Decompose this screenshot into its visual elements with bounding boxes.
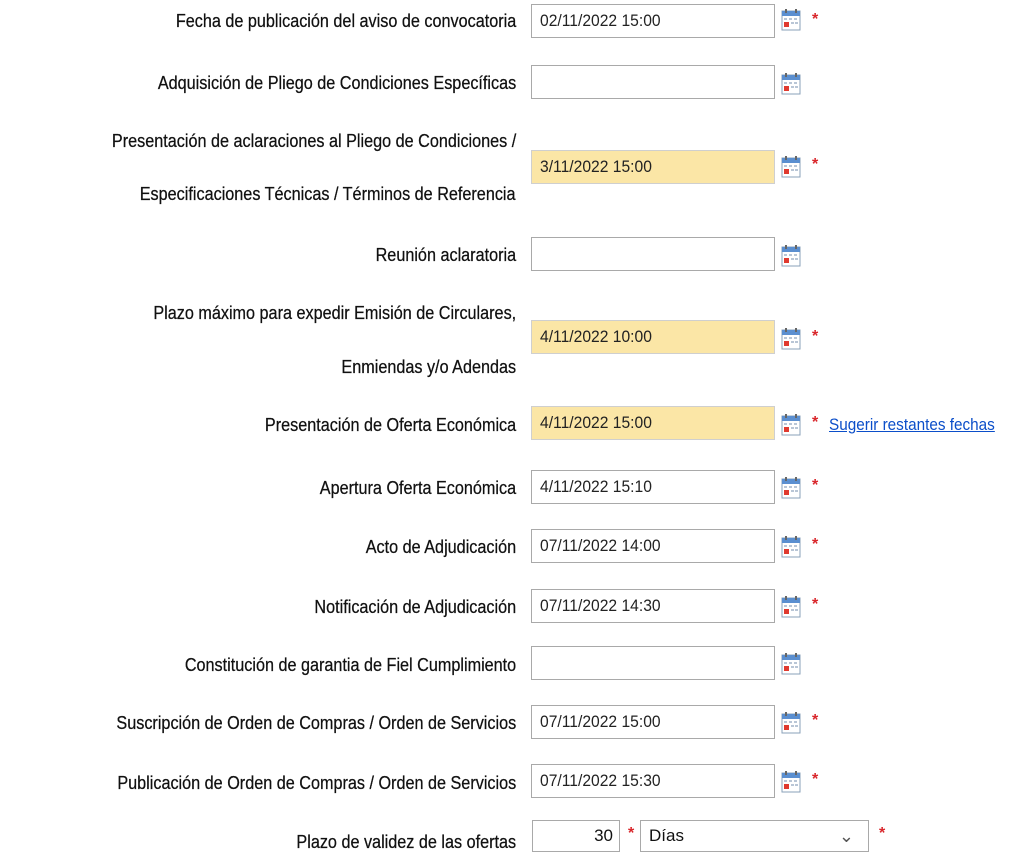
- required-marker: *: [812, 11, 819, 28]
- acto-adjudicacion-input[interactable]: 07/11/2022 14:00: [531, 529, 775, 563]
- required-marker: *: [812, 414, 819, 431]
- select-value: Días: [649, 826, 684, 845]
- label-aclaraciones-line2: Especificaciones Técnicas / Términos de …: [140, 184, 516, 204]
- label-presentacion-oferta: Presentación de Oferta Económica: [264, 415, 516, 435]
- fecha-publicacion-input[interactable]: 02/11/2022 15:00: [531, 4, 775, 38]
- label-aclaraciones-line1: Presentación de aclaraciones al Pliego d…: [111, 131, 517, 151]
- presentacion-oferta-input[interactable]: 4/11/2022 15:00: [531, 406, 775, 440]
- required-marker: *: [812, 712, 819, 729]
- calendar-icon[interactable]: [781, 771, 801, 793]
- required-marker: *: [812, 328, 819, 345]
- calendar-icon[interactable]: [781, 536, 801, 558]
- label-notificacion-adjudicacion: Notificación de Adjudicación: [314, 597, 516, 617]
- notificacion-adjudicacion-input[interactable]: 07/11/2022 14:30: [531, 589, 775, 623]
- label-garantia-fiel-cumplimiento: Constitución de garantia de Fiel Cumplim…: [184, 655, 517, 675]
- garantia-fiel-cumplimiento-input[interactable]: [531, 646, 775, 680]
- required-marker: *: [812, 477, 819, 494]
- label-adquisicion-pliego: Adquisición de Pliego de Condiciones Esp…: [157, 73, 516, 93]
- label-plazo-validez: Plazo de validez de las ofertas: [296, 832, 516, 852]
- label-plazo-circulares-line1: Plazo máximo para expedir Emisión de Cir…: [153, 303, 516, 323]
- required-marker: *: [628, 825, 635, 842]
- calendar-icon[interactable]: [781, 712, 801, 734]
- adquisicion-pliego-input[interactable]: [531, 65, 775, 99]
- suggest-dates-link[interactable]: Sugerir restantes fechas: [829, 415, 995, 435]
- calendar-icon[interactable]: [781, 328, 801, 350]
- required-marker: *: [812, 771, 819, 788]
- calendar-icon[interactable]: [781, 73, 801, 95]
- reunion-aclaratoria-input[interactable]: [531, 237, 775, 271]
- calendar-icon[interactable]: [781, 653, 801, 675]
- validez-unit-select[interactable]: Días ⌄: [640, 820, 869, 852]
- label-reunion-aclaratoria: Reunión aclaratoria: [375, 245, 516, 265]
- label-plazo-circulares-line2: Enmiendas y/o Adendas: [341, 357, 516, 377]
- label-acto-adjudicacion: Acto de Adjudicación: [365, 537, 516, 557]
- label-apertura-oferta: Apertura Oferta Económica: [319, 478, 517, 498]
- plazo-circulares-input[interactable]: 4/11/2022 10:00: [531, 320, 775, 354]
- calendar-icon[interactable]: [781, 477, 801, 499]
- calendar-icon[interactable]: [781, 9, 801, 31]
- calendar-icon[interactable]: [781, 596, 801, 618]
- calendar-icon[interactable]: [781, 245, 801, 267]
- chevron-down-icon: ⌄: [838, 826, 854, 846]
- required-marker: *: [812, 156, 819, 173]
- suscripcion-orden-input[interactable]: 07/11/2022 15:00: [531, 705, 775, 739]
- required-marker: *: [812, 596, 819, 613]
- aclaraciones-input[interactable]: 3/11/2022 15:00: [531, 150, 775, 184]
- label-publicacion-orden: Publicación de Orden de Compras / Orden …: [117, 773, 516, 793]
- calendar-icon[interactable]: [781, 414, 801, 436]
- apertura-oferta-input[interactable]: 4/11/2022 15:10: [531, 470, 775, 504]
- validez-number-input[interactable]: 30: [532, 820, 620, 852]
- publicacion-orden-input[interactable]: 07/11/2022 15:30: [531, 764, 775, 798]
- label-fecha-publicacion: Fecha de publicación del aviso de convoc…: [175, 11, 516, 31]
- calendar-icon[interactable]: [781, 156, 801, 178]
- required-marker: *: [879, 825, 886, 842]
- required-marker: *: [812, 536, 819, 553]
- label-suscripcion-orden: Suscripción de Orden de Compras / Orden …: [116, 713, 516, 733]
